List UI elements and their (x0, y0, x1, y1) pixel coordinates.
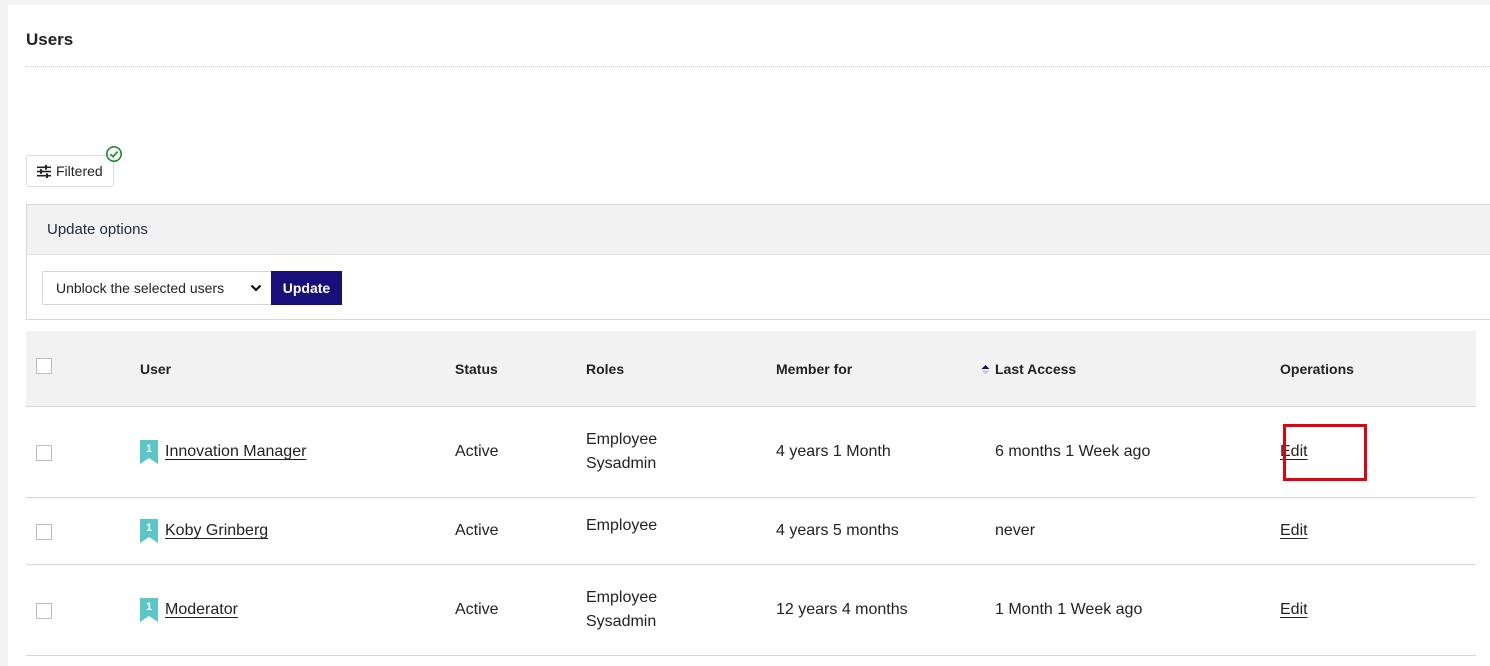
header-status[interactable]: Status (455, 331, 586, 407)
status-cell: Active (455, 497, 586, 565)
status-cell: Active (455, 564, 586, 656)
filter-button-label: Filtered (56, 163, 103, 179)
filter-button[interactable]: Filtered (26, 155, 114, 187)
header-operations: Operations (1280, 331, 1476, 407)
header-last-access[interactable]: Last Access (995, 331, 1280, 407)
header-roles: Roles (586, 331, 776, 407)
user-name-link[interactable]: Moderator (165, 601, 238, 619)
page-container: Users Filtered Update options Unblock th… (8, 5, 1490, 666)
member-for-cell: 12 years 4 months (776, 564, 995, 656)
role-item: Sysadmin (586, 613, 657, 630)
edit-link[interactable]: Edit (1280, 522, 1308, 539)
edit-link[interactable]: Edit (1280, 443, 1308, 460)
update-options-panel: Update options Unblock the selected user… (26, 204, 1490, 320)
badge-count: 1 (146, 601, 152, 613)
chevron-down-icon (250, 284, 262, 292)
role-item: Sysadmin (586, 455, 657, 472)
status-cell: Active (455, 406, 586, 498)
member-for-cell: 4 years 1 Month (776, 406, 995, 498)
user-cell: 1 Moderator (140, 598, 455, 622)
update-button[interactable]: Update (271, 271, 342, 305)
row-checkbox[interactable] (36, 523, 52, 540)
role-item: Employee (586, 589, 658, 606)
header-member-for[interactable]: Member for (776, 331, 995, 407)
sort-icon (981, 365, 990, 375)
last-access-cell: never (995, 497, 1280, 565)
badge-count: 1 (146, 522, 152, 534)
row-checkbox[interactable] (36, 444, 52, 461)
member-for-cell: 4 years 5 months (776, 497, 995, 565)
roles-cell: Employee Sysadmin (586, 406, 776, 498)
last-access-cell: 1 Month 1 Week ago (995, 564, 1280, 656)
title-divider (26, 66, 1490, 67)
bookmark-badge-icon: 1 (140, 598, 158, 622)
role-item: Employee (586, 517, 658, 534)
select-all-checkbox[interactable] (36, 357, 52, 374)
bulk-action-selected: Unblock the selected users (56, 280, 225, 296)
users-table: User Status Roles Member for Last Access… (26, 331, 1476, 656)
edit-link[interactable]: Edit (1280, 601, 1308, 618)
user-cell: 1 Koby Grinberg (140, 519, 455, 543)
role-item: Employee (586, 431, 658, 448)
page-title: Users (26, 30, 74, 49)
check-circle-icon (106, 146, 122, 162)
table-row: 1 Koby Grinberg Active Employee 4 years … (26, 497, 1476, 565)
header-user[interactable]: User (140, 331, 455, 407)
roles-cell: Employee Sysadmin (586, 564, 776, 656)
row-checkbox[interactable] (36, 602, 52, 619)
badge-count: 1 (146, 443, 152, 455)
header-select-all (26, 331, 140, 407)
bookmark-badge-icon: 1 (140, 519, 158, 543)
user-name-link[interactable]: Koby Grinberg (165, 522, 268, 540)
last-access-cell: 6 months 1 Week ago (995, 406, 1280, 498)
bulk-action-select[interactable]: Unblock the selected users (42, 271, 272, 305)
table-row: 1 Moderator Active Employee Sysadmin 12 … (26, 564, 1476, 656)
sort-indicator[interactable] (856, 361, 990, 377)
user-name-link[interactable]: Innovation Manager (165, 443, 306, 461)
update-options-heading: Update options (27, 205, 1490, 255)
table-row: 1 Innovation Manager Active Employee Sys… (26, 406, 1476, 498)
user-cell: 1 Innovation Manager (140, 440, 455, 464)
sliders-icon (37, 164, 51, 178)
roles-cell: Employee (586, 497, 776, 565)
header-member-for-label: Member for (776, 360, 853, 377)
table-header-row: User Status Roles Member for Last Access… (26, 331, 1476, 407)
bookmark-badge-icon: 1 (140, 440, 158, 464)
